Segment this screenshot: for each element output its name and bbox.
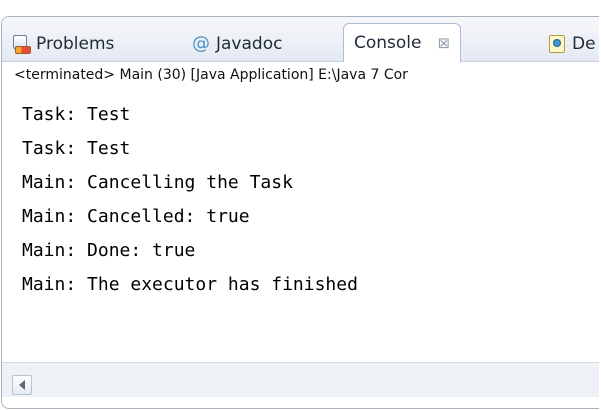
console-line: Task: Test <box>22 138 131 159</box>
at-icon: @ <box>192 33 210 54</box>
close-tab-icon[interactable]: ⊠ <box>438 35 451 51</box>
tab-javadoc[interactable]: @ Javadoc <box>192 31 282 57</box>
scroll-left-button[interactable]: ◀ <box>12 375 32 395</box>
console-status-line: <terminated> Main (30) [Java Application… <box>2 62 599 89</box>
tab-problems[interactable]: Problems <box>12 31 114 57</box>
console-line: Main: Cancelling the Task <box>22 172 293 193</box>
eclipse-console-view: Problems @ Javadoc Console ⊠ De <termina… <box>1 16 599 409</box>
console-line: Main: The executor has finished <box>22 274 358 295</box>
tab-javadoc-label: Javadoc <box>216 34 283 54</box>
tab-declaration-label: De <box>572 34 596 54</box>
console-line: Main: Cancelled: true <box>22 206 250 227</box>
tab-declaration[interactable]: De <box>548 31 596 57</box>
tab-problems-label: Problems <box>36 34 115 54</box>
problems-icon <box>12 35 31 54</box>
console-output: Task: Test Task: Test Main: Cancelling t… <box>2 88 599 360</box>
tab-console[interactable]: Console ⊠ <box>343 23 599 367</box>
declaration-icon <box>548 35 566 53</box>
view-tab-bar: Problems @ Javadoc Console ⊠ De <box>2 17 599 367</box>
console-line: Main: Done: true <box>22 240 196 261</box>
console-line: Task: Test <box>22 104 131 125</box>
horizontal-scrollbar[interactable]: ◀ <box>2 362 599 397</box>
tab-console-label: Console <box>354 33 422 53</box>
